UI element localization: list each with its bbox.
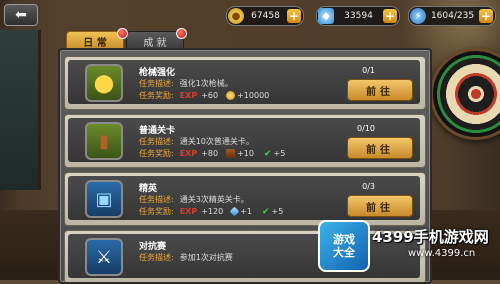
task-desc-text: 参加1次对抗赛 — [179, 253, 233, 262]
briefcase-icon: ▣ — [85, 180, 123, 218]
book-icon: ▮ — [85, 122, 123, 160]
gem-counter: ◆ 33594 + — [316, 6, 400, 26]
gem-icon: ◆ — [318, 8, 334, 24]
task-reward: 任务奖励: EXP +80 +10 ✔ +5 — [139, 148, 285, 159]
tab-achievements-label: 成 就 — [143, 37, 167, 49]
go-button[interactable]: 前往 — [347, 195, 413, 217]
task-title: 精英 — [139, 184, 158, 194]
watermark-logo-line1: 游戏 — [333, 233, 355, 246]
extra-reward: +5 — [271, 207, 284, 216]
task-description: 任务描述: 通关10次普通关卡。 — [139, 136, 254, 147]
gold-value: 67458 — [251, 11, 280, 21]
task-reward: 任务奖励: EXP +60 +10000 — [139, 90, 269, 101]
task-reward-label: 任务奖励: — [139, 91, 174, 100]
task-desc-text: 强化1次枪械。 — [179, 79, 233, 88]
energy-icon: ⚡ — [410, 8, 426, 24]
item-reward: +10 — [237, 149, 254, 158]
back-arrow-icon: ⬅ — [15, 7, 27, 23]
check-icon: ✔ — [263, 148, 272, 159]
task-description: 任务描述: 强化1次枪械。 — [139, 78, 233, 89]
gold-reward: +10000 — [237, 91, 270, 100]
back-button[interactable]: ⬅ — [4, 4, 38, 26]
gem-reward: +1 — [240, 207, 252, 216]
task-reward-label: 任务奖励: — [139, 207, 174, 216]
gem-value: 33594 — [344, 11, 373, 21]
go-button[interactable]: 前往 — [347, 137, 413, 159]
task-title: 枪械强化 — [139, 68, 176, 78]
task-desc-text: 通关3次精英关卡。 — [179, 195, 249, 204]
add-energy-button[interactable]: + — [479, 9, 493, 23]
exp-label: EXP — [179, 91, 198, 100]
task-desc-text: 通关10次普通关卡。 — [179, 137, 254, 146]
check-icon: ✔ — [261, 206, 270, 217]
task-title: 普通关卡 — [139, 126, 176, 136]
extra-reward: +5 — [273, 149, 286, 158]
exp-label: EXP — [179, 149, 198, 158]
task-desc-label: 任务描述: — [139, 253, 174, 262]
sword-icon: ⚔ — [85, 238, 123, 276]
task-description: 任务描述: 通关3次精英关卡。 — [139, 194, 249, 205]
watermark-logo-line2: 大全 — [333, 246, 355, 259]
task-reward: 任务奖励: EXP +120 +1 ✔ +5 — [139, 206, 283, 217]
task-progress: 0/3 — [362, 182, 375, 191]
task-card-gun-upgrade: ⬤ 枪械强化 任务描述: 强化1次枪械。 任务奖励: EXP +60 +10000… — [64, 56, 426, 110]
energy-counter: ⚡ 1604/235 + — [408, 6, 496, 26]
watermark-url: www.4399.cn — [408, 248, 476, 259]
gold-counter: ● 67458 + — [226, 6, 304, 26]
task-card-normal-stage: ▮ 普通关卡 任务描述: 通关10次普通关卡。 任务奖励: EXP +80 +10… — [64, 114, 426, 168]
watermark-logo: 游戏 大全 — [318, 220, 370, 272]
gem-icon — [229, 206, 240, 217]
background-window — [0, 30, 41, 190]
book-icon — [226, 149, 236, 158]
exp-reward: +80 — [201, 149, 219, 158]
task-desc-label: 任务描述: — [139, 137, 174, 146]
go-button[interactable]: 前往 — [347, 79, 413, 101]
task-progress: 0/10 — [357, 124, 375, 133]
energy-value: 1604/235 — [430, 11, 475, 21]
task-reward-label: 任务奖励: — [139, 149, 174, 158]
exp-label: EXP — [179, 207, 198, 216]
exp-reward: +120 — [201, 207, 224, 216]
tab-daily-label: 日 常 — [83, 37, 107, 49]
gold-coin-icon — [226, 91, 236, 100]
add-gem-button[interactable]: + — [383, 9, 397, 23]
task-desc-label: 任务描述: — [139, 79, 174, 88]
exp-reward: +60 — [201, 91, 219, 100]
gold-medal-icon: ⬤ — [85, 64, 123, 102]
site-watermark: 游戏 大全 4399手机游戏网 www.4399.cn — [312, 218, 500, 280]
task-title: 对抗赛 — [139, 242, 167, 252]
daily-notification-dot — [117, 28, 128, 39]
add-gold-button[interactable]: + — [287, 9, 301, 23]
achievement-notification-dot — [176, 28, 187, 39]
task-progress: 0/1 — [362, 66, 375, 75]
watermark-site-name: 4399手机游戏网 — [372, 228, 489, 246]
task-desc-label: 任务描述: — [139, 195, 174, 204]
task-description: 任务描述: 参加1次对抗赛 — [139, 252, 233, 263]
gold-coin-icon: ● — [228, 8, 244, 24]
